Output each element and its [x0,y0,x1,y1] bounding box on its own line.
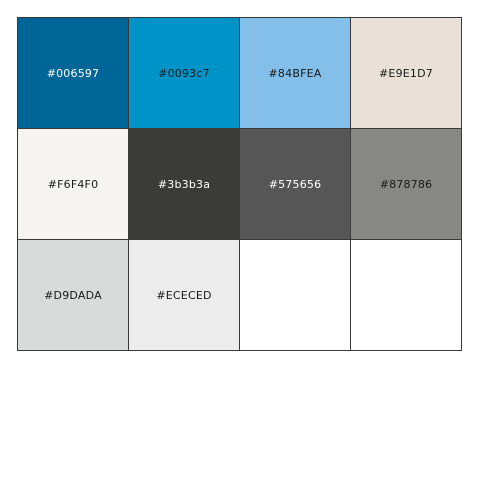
color-palette-grid: #006597 #0093c7 #84BFEA #E9E1D7 #F6F4F0 … [17,17,462,351]
swatch-878786: #878786 [351,129,462,240]
swatch-3b3b3a: #3b3b3a [129,129,240,240]
swatch-006597: #006597 [18,18,129,129]
swatch-e9e1d7: #E9E1D7 [351,18,462,129]
swatch-label: #D9DADA [44,288,102,302]
swatch-label: #F6F4F0 [47,177,99,191]
swatch-84bfea: #84BFEA [240,18,351,129]
swatch-label: #878786 [379,177,433,191]
swatch-label: #E9E1D7 [379,66,433,80]
swatch-575656: #575656 [240,129,351,240]
swatch-label: #84BFEA [268,66,322,80]
swatch-label: #0093c7 [158,66,210,80]
swatch-empty [240,240,351,351]
swatch-label: #006597 [46,66,100,80]
swatch-label: #ECECED [156,288,212,302]
swatch-f6f4f0: #F6F4F0 [18,129,129,240]
swatch-label: #3b3b3a [157,177,211,191]
swatch-d9dada: #D9DADA [18,240,129,351]
swatch-0093c7: #0093c7 [129,18,240,129]
swatch-empty [351,240,462,351]
swatch-ececed: #ECECED [129,240,240,351]
swatch-label: #575656 [268,177,322,191]
